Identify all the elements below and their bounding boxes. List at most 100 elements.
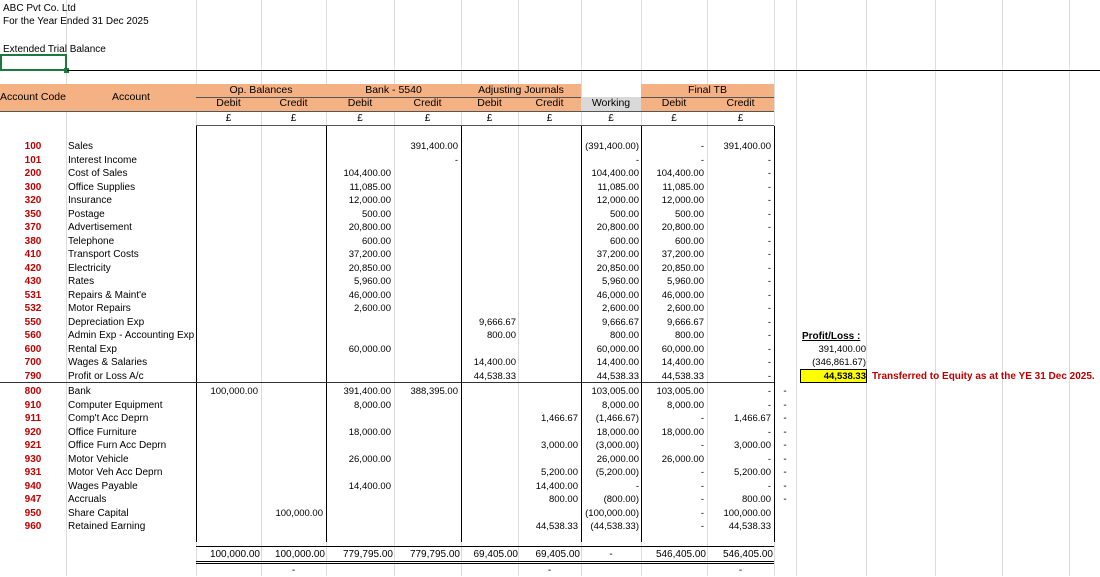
- amount-f-dr: -: [700, 413, 704, 424]
- account-name: Share Capital: [68, 507, 129, 519]
- currency-symbol: £: [225, 113, 232, 124]
- account-code: 700: [24, 357, 42, 368]
- amount-wk: 104,400.00: [591, 168, 639, 179]
- below-total-f-cr: -: [738, 565, 743, 576]
- amount-f-dr: 46,000.00: [661, 289, 704, 301]
- amount-f-cr: -: [767, 316, 771, 328]
- amount-f-cr: -: [767, 480, 771, 492]
- check-cell: -: [783, 467, 787, 478]
- currency-symbol: £: [608, 113, 614, 124]
- totals-top-rule: [196, 546, 774, 547]
- amount-f-dr: 20,800.00: [661, 222, 704, 233]
- amount-wk: 20,850.00: [596, 262, 639, 274]
- currency-symbol: £: [290, 113, 297, 124]
- account-name: Computer Equipment: [68, 399, 163, 411]
- amount-bk-dr: 46,000.00: [348, 289, 391, 301]
- profit-loss-income: 391,400.00: [818, 344, 866, 355]
- below-total-op-cr: -: [291, 565, 296, 576]
- account-code: 100: [24, 141, 42, 152]
- header-rule: [67, 70, 1100, 71]
- account-name: Rental Exp: [68, 343, 117, 355]
- grid-line: [935, 0, 936, 576]
- amount-aj-dr: 9,666.67: [479, 316, 516, 328]
- amount-bk-dr: 20,800.00: [348, 222, 391, 233]
- amount-bk-dr: 391,400.00: [343, 386, 391, 397]
- amount-wk: -: [635, 480, 639, 492]
- account-name: Transport Costs: [68, 249, 139, 260]
- profit-loss-note: Transferred to Equity as at the YE 31 De…: [872, 371, 1095, 382]
- total-bk-cr: 779,795.00: [409, 549, 460, 560]
- amount-f-cr: -: [767, 330, 771, 341]
- account-code: 600: [24, 343, 42, 355]
- account-name: Profit or Loss A/c: [68, 370, 144, 382]
- amount-f-cr: -: [767, 289, 771, 301]
- check-cell: -: [783, 426, 787, 438]
- account-code: 560: [24, 330, 42, 341]
- currency-symbol: £: [546, 113, 553, 124]
- header-aj-debit: Debit: [477, 97, 502, 109]
- amount-wk: 103,005.00: [591, 386, 639, 397]
- amount-wk: 44,538.33: [596, 370, 639, 382]
- amount-f-cr: -: [767, 426, 771, 438]
- amount-f-cr: -: [767, 154, 771, 166]
- amount-wk: 600.00: [609, 235, 639, 247]
- amount-f-cr: -: [767, 276, 771, 287]
- amount-aj-dr: 800.00: [486, 330, 516, 341]
- amount-f-dr: 60,000.00: [661, 343, 704, 355]
- account-code: 101: [24, 154, 42, 166]
- amount-f-cr: -: [767, 195, 771, 206]
- amount-bk-dr: 11,085.00: [349, 181, 391, 193]
- account-code: 790: [24, 370, 42, 382]
- amount-f-cr: -: [767, 343, 771, 355]
- account-name: Motor Veh Acc Deprn: [68, 467, 163, 478]
- amount-wk: (100,000.00): [585, 507, 639, 519]
- header-final-tb: Final TB: [688, 84, 727, 96]
- amount-wk: 46,000.00: [596, 289, 639, 301]
- amount-bk-dr: 12,000.00: [348, 195, 391, 206]
- amount-bk-dr: 14,400.00: [348, 480, 391, 492]
- check-cell: -: [783, 480, 787, 492]
- account-code: 911: [24, 413, 42, 424]
- amount-aj-cr: 14,400.00: [535, 480, 578, 492]
- amount-op-dr: 100,000.00: [210, 386, 258, 397]
- account-code: 200: [24, 168, 42, 179]
- account-name: Postage: [68, 208, 105, 220]
- amount-wk: (800.00): [603, 494, 639, 505]
- total-aj-dr: 69,405.00: [473, 549, 519, 560]
- amount-f-dr: 5,960.00: [667, 276, 704, 287]
- amount-f-dr: 8,000.00: [667, 399, 704, 411]
- amount-f-dr: -: [700, 480, 704, 492]
- header-aj-credit: Credit: [535, 97, 564, 109]
- account-name: Retained Earning: [68, 521, 146, 532]
- amount-f-dr: 500.00: [674, 208, 704, 220]
- account-name: Repairs & Maint'e: [68, 289, 147, 301]
- amount-f-dr: 103,005.00: [656, 386, 704, 397]
- account-name: Cost of Sales: [68, 168, 128, 179]
- amount-wk: 12,000.00: [596, 195, 639, 206]
- amount-bk-dr: 5,960.00: [354, 276, 391, 287]
- header-account-code: Account Code: [0, 91, 66, 103]
- amount-bk-dr: 26,000.00: [348, 453, 391, 465]
- check-cell: -: [783, 413, 787, 424]
- account-code: 800: [24, 386, 42, 397]
- selected-cell[interactable]: [0, 54, 67, 71]
- block-op-balances: [196, 126, 327, 542]
- account-code: 320: [24, 195, 42, 206]
- period-label: For the Year Ended 31 Dec 2025: [3, 16, 149, 27]
- amount-f-cr: -: [767, 222, 771, 233]
- amount-aj-cr: 800.00: [548, 494, 578, 505]
- profit-loss-result[interactable]: 44,538.33: [800, 369, 867, 383]
- amount-bk-cr: -: [454, 154, 458, 166]
- total-wk: -: [609, 549, 613, 560]
- account-code: 380: [24, 235, 42, 247]
- account-name: Office Furniture: [68, 426, 137, 438]
- amount-f-cr: -: [767, 249, 771, 260]
- account-code: 931: [24, 467, 42, 478]
- header-f-debit: Debit: [661, 97, 687, 109]
- amount-f-cr: 800.00: [741, 494, 771, 505]
- spreadsheet-sheet[interactable]: ABC Pvt Co. Ltd For the Year Ended 31 De…: [0, 0, 1100, 576]
- account-code: 370: [24, 222, 42, 233]
- amount-f-cr: -: [767, 370, 771, 382]
- amount-wk: -: [635, 154, 639, 166]
- amount-f-dr: -: [700, 467, 704, 478]
